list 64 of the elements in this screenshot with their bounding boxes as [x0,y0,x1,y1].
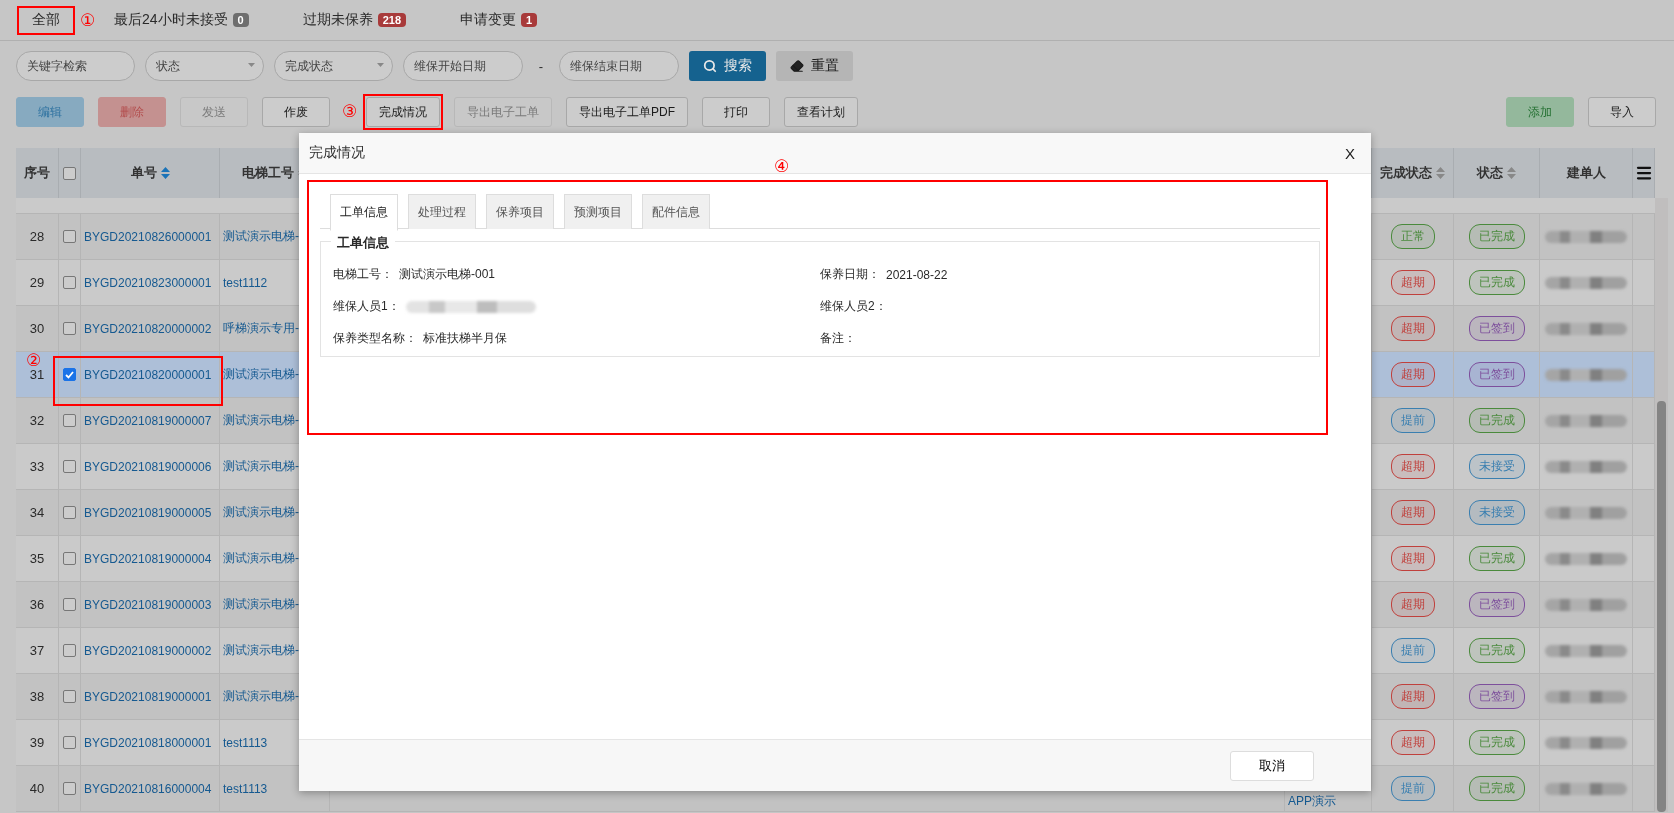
count-badge: 218 [377,13,407,27]
column-header: 完成状态 [1380,164,1432,182]
row-number: 32 [28,413,46,428]
dialog-title: 完成情况 [309,144,365,162]
completion-tag: 提前 [1390,408,1435,433]
row-number: 39 [28,735,46,750]
completion-tag: 超期 [1390,730,1435,755]
row-number: 31 [28,367,46,382]
completion-tag: 提前 [1390,776,1435,801]
count-badge: 0 [232,13,249,27]
completion-tag: 超期 [1390,316,1435,341]
row-number: 37 [28,643,46,658]
row-number: 28 [28,229,46,244]
status-tag: 已完成 [1468,730,1525,755]
status-tag: 已签到 [1468,362,1525,387]
status-tag: 已完成 [1468,408,1525,433]
column-header: 序号 [24,164,50,182]
field-label: 维保人员1： [333,298,400,315]
row-number: 35 [28,551,46,566]
completion-tag: 超期 [1390,500,1435,525]
annotation-number: ③ [342,103,358,120]
annotation-number: ① [80,11,96,29]
completion-tag: 正常 [1390,224,1435,249]
status-tag: 已签到 [1468,684,1525,709]
completion-tag: 超期 [1390,362,1435,387]
status-tag: 已完成 [1468,270,1525,295]
completion-tag: 超期 [1390,270,1435,295]
column-header: 状态 [1477,164,1503,182]
annotation-number: ④ [774,158,790,175]
status-tag: 未接受 [1468,454,1525,479]
field-value: 测试演示电梯-001 [399,266,496,283]
completion-tag: 提前 [1390,638,1435,663]
completion-tag: 超期 [1390,684,1435,709]
field-label: 备注： [820,330,856,347]
field-label: 维保人员2： [820,298,887,315]
row-number: 36 [28,597,46,612]
section-title: 工单信息 [331,234,395,252]
status-tag: 已完成 [1468,546,1525,571]
completion-tag: 超期 [1390,592,1435,617]
status-tag: 已完成 [1468,776,1525,801]
annotation-number: ② [26,352,42,369]
status-tag: 已完成 [1468,638,1525,663]
column-header: 建单人 [1566,164,1606,182]
count-badge: 1 [521,13,538,27]
completion-tag: 超期 [1390,454,1435,479]
row-number: 40 [28,781,46,796]
status-tag: 未接受 [1468,500,1525,525]
field-label: 保养日期： [820,266,880,283]
status-tag: 已完成 [1468,224,1525,249]
column-header: 单号 [130,164,157,182]
row-number: 30 [28,321,46,336]
range-separator: - [537,58,545,74]
row-number: 38 [28,689,46,704]
column-header: 电梯工号 [242,164,294,182]
row-number: 29 [28,275,46,290]
status-tag: 已签到 [1468,316,1525,341]
field-value: 2021-08-22 [886,267,948,282]
row-number: 33 [28,459,46,474]
field-label: 电梯工号： [333,266,393,283]
field-label: 保养类型名称： [333,330,417,347]
status-tag: 已签到 [1468,592,1525,617]
field-value: 标准扶梯半月保 [423,330,507,347]
completion-tag: 超期 [1390,546,1435,571]
row-number: 34 [28,505,46,520]
